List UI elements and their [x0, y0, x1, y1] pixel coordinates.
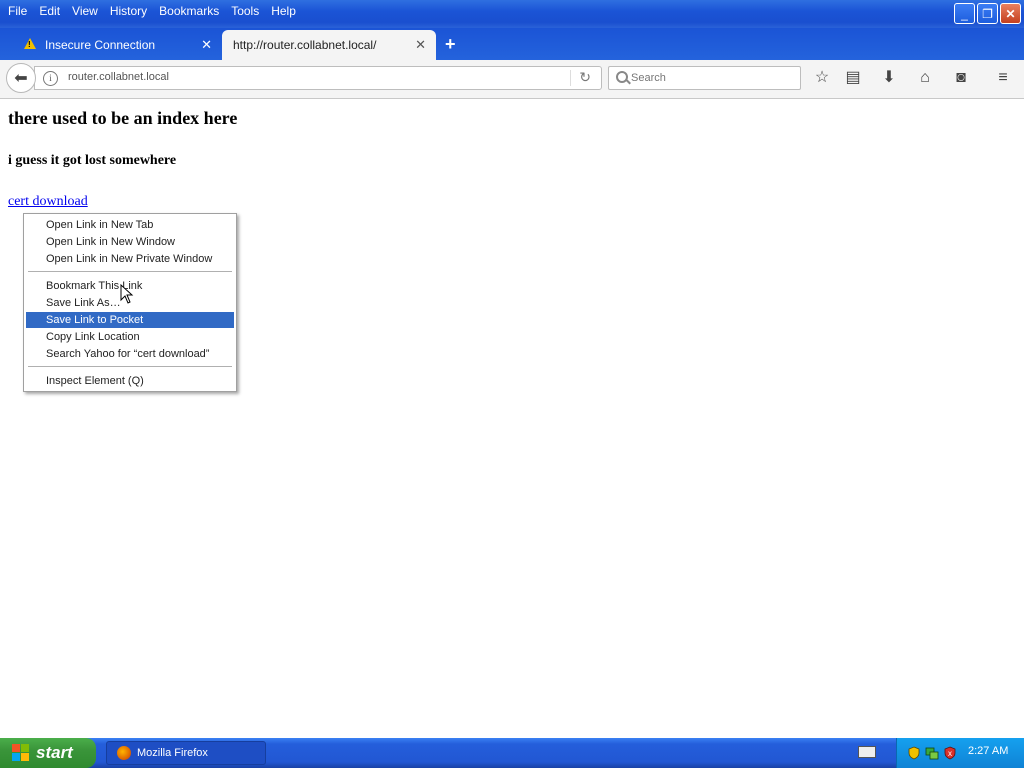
menu-separator — [28, 366, 232, 367]
page-content: there used to be an index here i guess i… — [0, 99, 1024, 738]
navigation-toolbar: i router.collabnet.local ↻ ⬅ ☆ ▤ ⬇ ⌂ ◙ ≡ — [0, 60, 1024, 99]
mouse-cursor-icon — [120, 284, 134, 304]
url-divider — [570, 70, 571, 86]
tab-close-icon[interactable]: ✕ — [415, 37, 426, 53]
page-heading: there used to be an index here — [8, 108, 238, 128]
taskbar-item-label: Mozilla Firefox — [137, 747, 208, 759]
home-icon[interactable]: ⌂ — [915, 68, 935, 88]
url-text[interactable]: router.collabnet.local — [68, 71, 169, 83]
tab-router[interactable]: http://router.collabnet.local/ ✕ — [222, 30, 436, 60]
tab-label: http://router.collabnet.local/ — [233, 38, 377, 52]
bookmarks-library-icon[interactable]: ▤ — [843, 68, 863, 88]
reload-icon[interactable]: ↻ — [579, 69, 591, 86]
warning-icon: ! — [24, 38, 36, 49]
menu-separator — [28, 271, 232, 272]
restore-button[interactable]: ❐ — [977, 3, 998, 24]
search-icon — [616, 71, 628, 83]
ctx-open-new-tab[interactable]: Open Link in New Tab — [26, 217, 234, 233]
bookmark-star-icon[interactable]: ☆ — [812, 68, 832, 88]
start-button[interactable]: start — [0, 738, 96, 768]
menu-file[interactable]: File — [2, 1, 33, 21]
ctx-save-to-pocket[interactable]: Save Link to Pocket — [26, 312, 234, 328]
taskbar-firefox-button[interactable]: Mozilla Firefox — [106, 741, 266, 765]
menu-bar: File Edit View History Bookmarks Tools H… — [0, 0, 302, 22]
ctx-open-private-window[interactable]: Open Link in New Private Window — [26, 251, 234, 267]
url-bar[interactable]: i router.collabnet.local ↻ — [34, 66, 602, 90]
tab-strip: ! Insecure Connection ✕ http://router.co… — [0, 28, 1024, 60]
start-label: start — [36, 743, 73, 762]
menu-edit[interactable]: Edit — [33, 1, 66, 21]
back-arrow-icon: ⬅ — [14, 70, 28, 87]
taskbar: start Mozilla Firefox x — [0, 738, 1024, 768]
menu-bookmarks[interactable]: Bookmarks — [153, 1, 225, 21]
menu-history[interactable]: History — [104, 1, 153, 21]
taskbar-clock: 2:27 AM — [968, 745, 1009, 757]
pocket-icon[interactable]: ◙ — [951, 68, 971, 88]
ctx-search-yahoo[interactable]: Search Yahoo for “cert download” — [26, 346, 234, 362]
svg-text:x: x — [948, 749, 952, 758]
cert-download-link[interactable]: cert download — [8, 194, 88, 210]
search-box[interactable] — [608, 66, 801, 90]
firefox-icon — [117, 746, 131, 760]
ctx-inspect-element[interactable]: Inspect Element (Q) — [26, 373, 234, 389]
tab-insecure-connection[interactable]: ! Insecure Connection ✕ — [0, 30, 222, 60]
menu-help[interactable]: Help — [265, 1, 302, 21]
close-window-button[interactable]: ✕ — [1000, 3, 1021, 24]
ctx-open-new-window[interactable]: Open Link in New Window — [26, 234, 234, 250]
new-tab-plus-icon[interactable]: + — [445, 34, 456, 55]
windows-logo-icon — [12, 744, 30, 762]
minimize-button[interactable]: _ — [954, 3, 975, 24]
tab-label: Insecure Connection — [45, 38, 156, 52]
search-input[interactable] — [631, 68, 791, 88]
window-titlebar: File Edit View History Bookmarks Tools H… — [0, 0, 1024, 28]
ctx-copy-link-location[interactable]: Copy Link Location — [26, 329, 234, 345]
back-button[interactable]: ⬅ — [6, 63, 36, 93]
page-subheading: i guess it got lost somewhere — [8, 153, 177, 168]
info-icon[interactable]: i — [43, 71, 58, 86]
alert-shield-icon[interactable]: x — [943, 746, 957, 760]
network-icon[interactable] — [925, 746, 939, 760]
window-controls: _ ❐ ✕ — [954, 3, 1021, 24]
tab-close-icon[interactable]: ✕ — [201, 37, 212, 53]
downloads-icon[interactable]: ⬇ — [879, 68, 899, 88]
menu-tools[interactable]: Tools — [225, 1, 265, 21]
security-shield-icon[interactable] — [907, 746, 921, 760]
menu-view[interactable]: View — [66, 1, 104, 21]
keyboard-icon[interactable] — [858, 746, 876, 758]
hamburger-menu-icon[interactable]: ≡ — [993, 68, 1013, 88]
